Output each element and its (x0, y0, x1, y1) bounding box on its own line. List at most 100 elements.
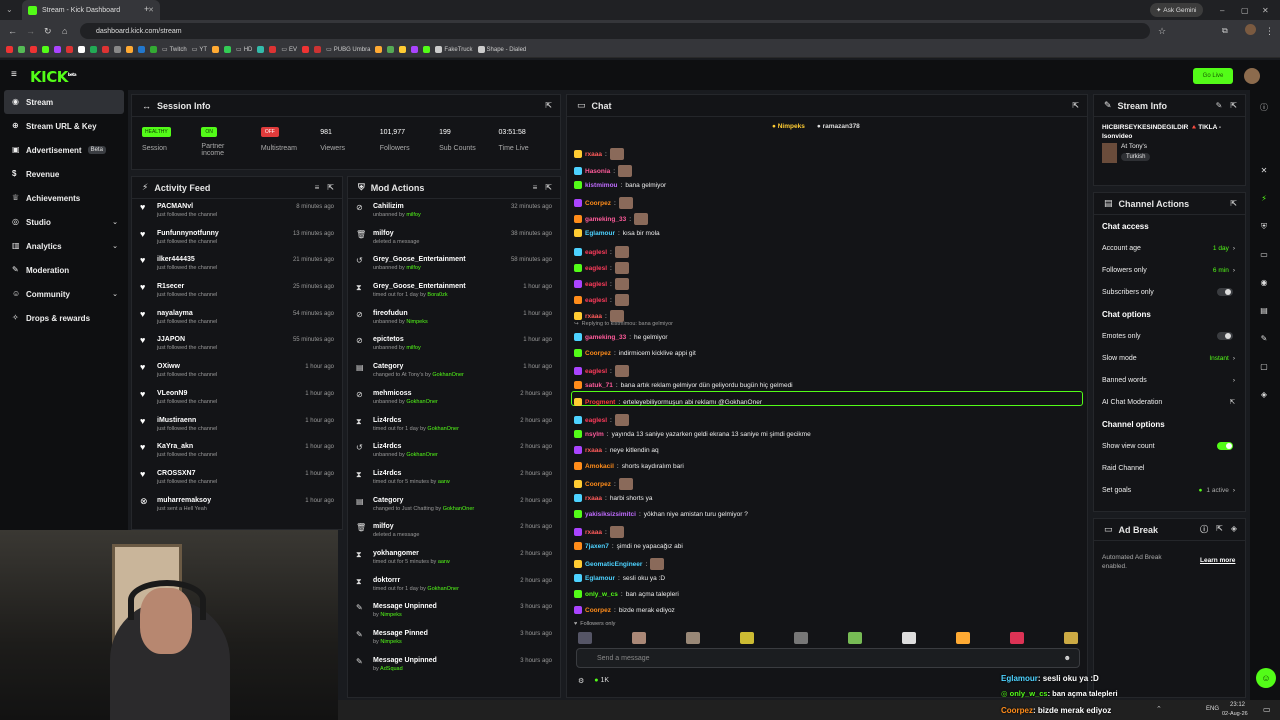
mod-action-item[interactable]: ▤ Category changed to At Tony's by Gokha… (348, 359, 560, 386)
info-icon[interactable]: ⓘ (1200, 524, 1208, 535)
bookmark-icon[interactable] (399, 46, 407, 53)
chat-message[interactable]: eaglesl: (574, 262, 629, 274)
popout-icon[interactable]: ⇱ (1216, 524, 1223, 535)
info-icon[interactable]: ⓘ (1259, 102, 1269, 112)
emote-icon[interactable] (740, 632, 754, 644)
activity-item[interactable]: ♥ KaYra_akn just followed the channel 1 … (132, 439, 342, 466)
chat-message[interactable]: GeomaticEngineer: (574, 558, 665, 570)
bookmark-ev[interactable]: ▭ EV (281, 46, 297, 54)
window-icon[interactable]: ▢ (1259, 362, 1269, 372)
chat-message[interactable]: Amokacil: shorts kaydıralım bari (574, 462, 684, 470)
moderator-name[interactable]: Nimpeks (380, 639, 401, 645)
url-input[interactable]: dashboard.kick.com/stream (80, 23, 1150, 39)
chat-username[interactable]: rxaaa (585, 313, 602, 320)
mod-action-item[interactable]: ⊘ mehmicoss unbanned by GokhanOner 2 hou… (348, 386, 560, 413)
moderator-name[interactable]: GokhanOner (427, 586, 459, 592)
go-live-button[interactable]: Go Live (1193, 68, 1233, 84)
chat-username[interactable]: Coorpez (585, 481, 611, 488)
mod-action-item[interactable]: ✎ Message Unpinned by AdSquad 3 hours ag… (348, 653, 560, 680)
emote-icon[interactable] (956, 632, 970, 644)
moderator-name[interactable]: GokhanOner (432, 372, 464, 378)
chat-message[interactable]: Coorpez: bizde merak ediyoz (574, 606, 675, 614)
bookmark-icon[interactable] (42, 46, 49, 53)
mod-action-item[interactable]: ⧗ Liz4rdcs timed out for 5 minutes by aa… (348, 466, 560, 493)
chat-icon[interactable]: ▭ (1259, 250, 1269, 260)
chat-username[interactable]: yakisiksizsimitci (585, 511, 636, 518)
mod-action-item[interactable]: ⧗ doktorrr timed out for 1 day by Gokhan… (348, 573, 560, 600)
chat-username[interactable]: Progment (585, 399, 615, 406)
bookmark-icon[interactable] (302, 46, 310, 53)
subscribers-only-toggle[interactable] (1217, 288, 1233, 296)
bookmark-icon[interactable] (423, 46, 431, 53)
moderator-name[interactable]: aarw (438, 479, 450, 485)
chat-username[interactable]: rxaaa (585, 495, 602, 502)
chat-message[interactable]: rxaaa: harbi shorts ya (574, 494, 652, 502)
forward-icon[interactable]: → (26, 26, 35, 36)
home-icon[interactable]: ⌂ (62, 26, 67, 36)
chat-username[interactable]: Eglamour (585, 575, 615, 582)
reload-icon[interactable]: ↻ (44, 26, 52, 37)
bookmark-icon[interactable] (30, 46, 37, 53)
chat-username[interactable]: satuk_71 (585, 382, 613, 389)
help-button[interactable]: ☺ (1256, 668, 1276, 688)
chat-message[interactable]: eaglesl: (574, 365, 629, 377)
moderator-name[interactable]: milfoy (406, 345, 420, 351)
chat-message[interactable]: Eglamour: kısa bir mola (574, 229, 660, 237)
broadcast-icon[interactable]: ◉ (1259, 278, 1269, 288)
chat-username[interactable]: nsylm (585, 431, 604, 438)
language-indicator[interactable]: ENG (1206, 706, 1219, 712)
user-avatar[interactable] (1244, 68, 1260, 84)
chat-message[interactable]: eaglesl: (574, 246, 629, 258)
bookmark-icon[interactable] (150, 46, 157, 53)
mod-action-item[interactable]: ⧗ Liz4rdcs timed out for 1 day by Gokhan… (348, 413, 560, 440)
activity-item[interactable]: ♥ ilker444435 just followed the channel … (132, 252, 342, 279)
bookmark-icon[interactable] (78, 46, 85, 53)
mod-action-item[interactable]: ⧗ yokhangomer timed out for 5 minutes by… (348, 546, 560, 573)
chat-message[interactable]: rxaaa: (574, 148, 624, 160)
chat-message[interactable]: kistmimou: bana gelmiyor (574, 181, 666, 189)
popout-icon[interactable]: ⇱ (1072, 101, 1079, 110)
bookmark-faketruck[interactable]: FakeTruck (435, 46, 473, 53)
emote-icon[interactable] (578, 632, 592, 644)
sidebar-item-stream[interactable]: ◉ Stream (4, 90, 124, 114)
chat-username[interactable]: Amokacil (585, 463, 614, 470)
mod-action-item[interactable]: ▤ Category changed to Just Chatting by G… (348, 493, 560, 520)
chat-username[interactable]: gameking_33 (585, 216, 626, 223)
bookmark-icon[interactable] (257, 46, 265, 53)
activity-item[interactable]: ♥ PACMANvl just followed the channel 8 m… (132, 199, 342, 226)
mod-action-item[interactable]: ⧗ Grey_Goose_Entertainment timed out for… (348, 279, 560, 306)
emote-icon[interactable] (848, 632, 862, 644)
sidebar-item-studio[interactable]: ◎ Studio ⌄ (0, 210, 128, 234)
popout-icon[interactable]: ⇱ (1230, 101, 1237, 110)
emoji-icon[interactable]: ☻ (1064, 655, 1071, 662)
chat-username[interactable]: eaglesl (585, 249, 607, 256)
chat-message[interactable]: Coorpez: indirmicem kicklive appi git (574, 349, 696, 357)
bookmark-icon[interactable] (114, 46, 121, 53)
mod-action-item[interactable]: ↺ Grey_Goose_Entertainment unbanned by m… (348, 252, 560, 279)
chat-username[interactable]: Coorpez (585, 350, 611, 357)
sidebar-item-advertisement[interactable]: ▣ Advertisement Beta (0, 138, 128, 162)
chat-message[interactable]: gameking_33: he gelmiyor (574, 333, 668, 341)
bookmark-icon[interactable] (54, 46, 61, 53)
slow-mode-setting[interactable]: Slow mode Instant › (1094, 347, 1245, 369)
ask-gemini-button[interactable]: ✦ Ask Gemini (1150, 3, 1203, 17)
moderator-name[interactable]: GokhanOner (427, 426, 459, 432)
ai-chat-moderation-setting[interactable]: AI Chat Moderation ⇱ (1094, 391, 1245, 413)
clock-time[interactable]: 23:12 (1230, 702, 1245, 708)
mod-action-item[interactable]: ⊘ Cahilizim unbanned by milfoy 32 minute… (348, 199, 560, 226)
moderator-name[interactable]: aarw (438, 559, 450, 565)
bookmark-icon[interactable] (66, 46, 73, 53)
crosshair-icon[interactable]: ✕ (1259, 166, 1269, 176)
chat-username[interactable]: only_w_cs (585, 591, 618, 598)
mod-action-item[interactable]: 🗑 milfoy deleted a message 38 minutes ag… (348, 226, 560, 253)
bolt-icon[interactable]: ⚡ (1259, 194, 1269, 204)
pin-icon[interactable]: ◈ (1231, 524, 1237, 535)
banned-words-setting[interactable]: Banned words › (1094, 369, 1245, 391)
window-close-icon[interactable]: ✕ (1262, 3, 1269, 17)
menu-icon[interactable]: ⋮ (1265, 26, 1274, 37)
set-goals-setting[interactable]: Set goals ● 1 active › (1094, 479, 1245, 501)
activity-item[interactable]: ♥ R1secer just followed the channel 25 m… (132, 279, 342, 306)
mod-action-item[interactable]: ✎ Message Unpinned by Nimpeks 3 hours ag… (348, 599, 560, 626)
moderator-name[interactable]: milfoy (406, 265, 420, 271)
bookmark-star-icon[interactable]: ☆ (1158, 26, 1166, 37)
